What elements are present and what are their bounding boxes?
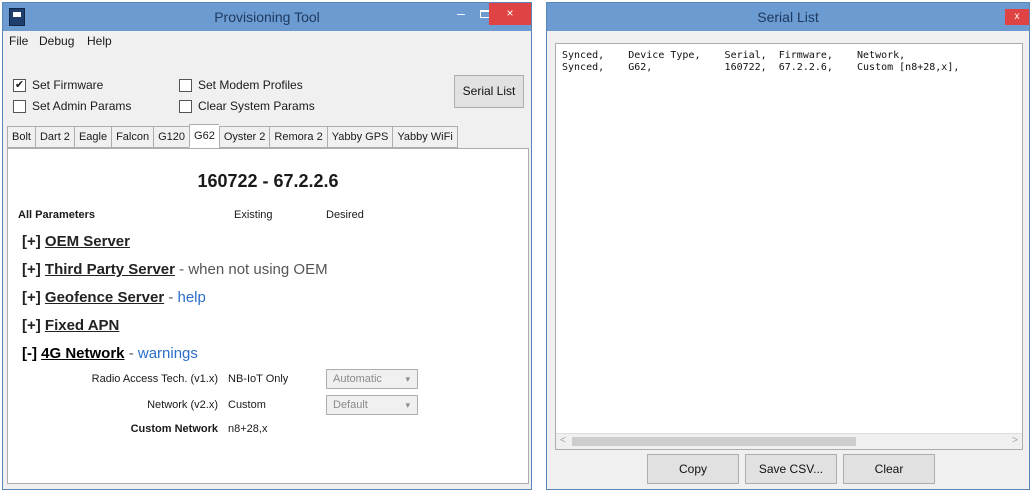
- checkbox-checked-icon: ✔: [13, 78, 26, 92]
- separator: -: [128, 345, 134, 362]
- checkbox-label: Set Firmware: [32, 78, 104, 92]
- section-geofence-server[interactable]: [+] Geofence Server - help: [22, 289, 206, 306]
- section-fixed-apn[interactable]: [+] Fixed APN: [22, 317, 119, 334]
- menu-file[interactable]: File: [9, 34, 28, 48]
- list-header-line: Synced, Device Type, Serial, Firmware, N…: [562, 50, 906, 61]
- section-third-party-server[interactable]: [+] Third Party Server - when not using …: [22, 261, 328, 278]
- separator: -: [179, 261, 185, 278]
- section-title[interactable]: Geofence Server: [45, 289, 164, 306]
- section-note: when not using OEM: [188, 261, 328, 278]
- scrollbar-thumb[interactable]: [572, 437, 856, 446]
- scroll-left-icon[interactable]: <: [560, 435, 566, 446]
- network-select[interactable]: Default ▾: [326, 395, 418, 415]
- radio-access-tech-select[interactable]: Automatic ▾: [326, 369, 418, 389]
- chevron-down-icon: ▾: [405, 374, 410, 384]
- custom-network-existing: n8+28,x: [228, 423, 268, 435]
- separator: -: [168, 289, 174, 306]
- existing-header: Existing: [234, 209, 273, 221]
- tab-g120[interactable]: G120: [153, 126, 190, 148]
- expand-toggle[interactable]: [+]: [22, 261, 41, 278]
- expand-toggle[interactable]: [+]: [22, 233, 41, 250]
- tab-yabby-gps[interactable]: Yabby GPS: [326, 126, 393, 148]
- section-4g-network[interactable]: [-] 4G Network - warnings: [22, 345, 198, 362]
- copy-button[interactable]: Copy: [647, 454, 739, 484]
- desired-header: Desired: [326, 209, 364, 221]
- radio-access-tech-label: Radio Access Tech. (v1.x): [91, 373, 218, 385]
- collapse-toggle[interactable]: [-]: [22, 345, 37, 362]
- tab-eagle[interactable]: Eagle: [73, 126, 112, 148]
- expand-toggle[interactable]: [+]: [22, 317, 41, 334]
- menu-help[interactable]: Help: [87, 34, 112, 48]
- serial-list-textarea[interactable]: Synced, Device Type, Serial, Firmware, N…: [555, 43, 1023, 450]
- radio-access-tech-existing: NB-IoT Only: [228, 373, 289, 385]
- list-data-line: Synced, G62, 160722, 67.2.2.6, Custom [n…: [562, 62, 960, 73]
- set-firmware-checkbox[interactable]: ✔ Set Firmware: [13, 78, 103, 92]
- checkbox-label: Clear System Params: [198, 99, 315, 113]
- close-icon[interactable]: x: [1005, 9, 1029, 25]
- provisioning-tool-window: Provisioning Tool – × File Debug Help ✔ …: [2, 2, 532, 490]
- custom-network-label: Custom Network: [130, 423, 218, 435]
- title-bar: Serial List x: [547, 3, 1029, 31]
- network-label: Network (v2.x): [147, 399, 218, 411]
- section-oem-server[interactable]: [+] OEM Server: [22, 233, 130, 250]
- window-title: Serial List: [757, 9, 819, 25]
- section-title[interactable]: OEM Server: [45, 233, 130, 250]
- tab-g62[interactable]: G62: [189, 124, 219, 148]
- horizontal-scrollbar[interactable]: < >: [556, 433, 1022, 449]
- expand-toggle[interactable]: [+]: [22, 289, 41, 306]
- menu-debug[interactable]: Debug: [39, 34, 74, 48]
- tab-oyster-2[interactable]: Oyster 2: [218, 126, 270, 148]
- serial-list-window: Serial List x Synced, Device Type, Seria…: [546, 2, 1030, 490]
- tab-bolt[interactable]: Bolt: [7, 126, 35, 148]
- checkbox-label: Set Admin Params: [32, 99, 132, 113]
- set-admin-params-checkbox[interactable]: Set Admin Params: [13, 99, 131, 113]
- close-icon[interactable]: ×: [489, 3, 531, 25]
- help-link[interactable]: help: [178, 289, 206, 306]
- tab-remora-2[interactable]: Remora 2: [269, 126, 327, 148]
- chevron-down-icon: ▾: [405, 400, 410, 410]
- clear-button[interactable]: Clear: [843, 454, 935, 484]
- tab-yabby-wifi[interactable]: Yabby WiFi: [392, 126, 458, 148]
- section-title[interactable]: Fixed APN: [45, 317, 119, 334]
- save-csv-button[interactable]: Save CSV...: [745, 454, 837, 484]
- clear-system-params-checkbox[interactable]: Clear System Params: [179, 99, 315, 113]
- tab-dart-2[interactable]: Dart 2: [34, 126, 74, 148]
- g62-panel: 160722 - 67.2.2.6 All Parameters Existin…: [7, 148, 529, 484]
- checkbox-label: Set Modem Profiles: [198, 78, 303, 92]
- all-parameters-header: All Parameters: [18, 209, 96, 221]
- section-title[interactable]: 4G Network: [41, 345, 124, 362]
- title-bar: Provisioning Tool – ×: [3, 3, 531, 31]
- network-existing: Custom: [228, 399, 266, 411]
- serial-list-button[interactable]: Serial List: [454, 75, 524, 108]
- device-tabs: Bolt Dart 2 Eagle Falcon G120 G62 Oyster…: [7, 124, 458, 148]
- set-modem-profiles-checkbox[interactable]: Set Modem Profiles: [179, 78, 303, 92]
- menu-bar: File Debug Help: [3, 31, 531, 51]
- tab-falcon[interactable]: Falcon: [111, 126, 154, 148]
- warnings-link[interactable]: warnings: [138, 345, 198, 362]
- scroll-right-icon[interactable]: >: [1012, 435, 1018, 446]
- section-title[interactable]: Third Party Server: [45, 261, 175, 278]
- minimize-icon[interactable]: –: [449, 3, 473, 25]
- device-heading: 160722 - 67.2.2.6: [197, 171, 339, 191]
